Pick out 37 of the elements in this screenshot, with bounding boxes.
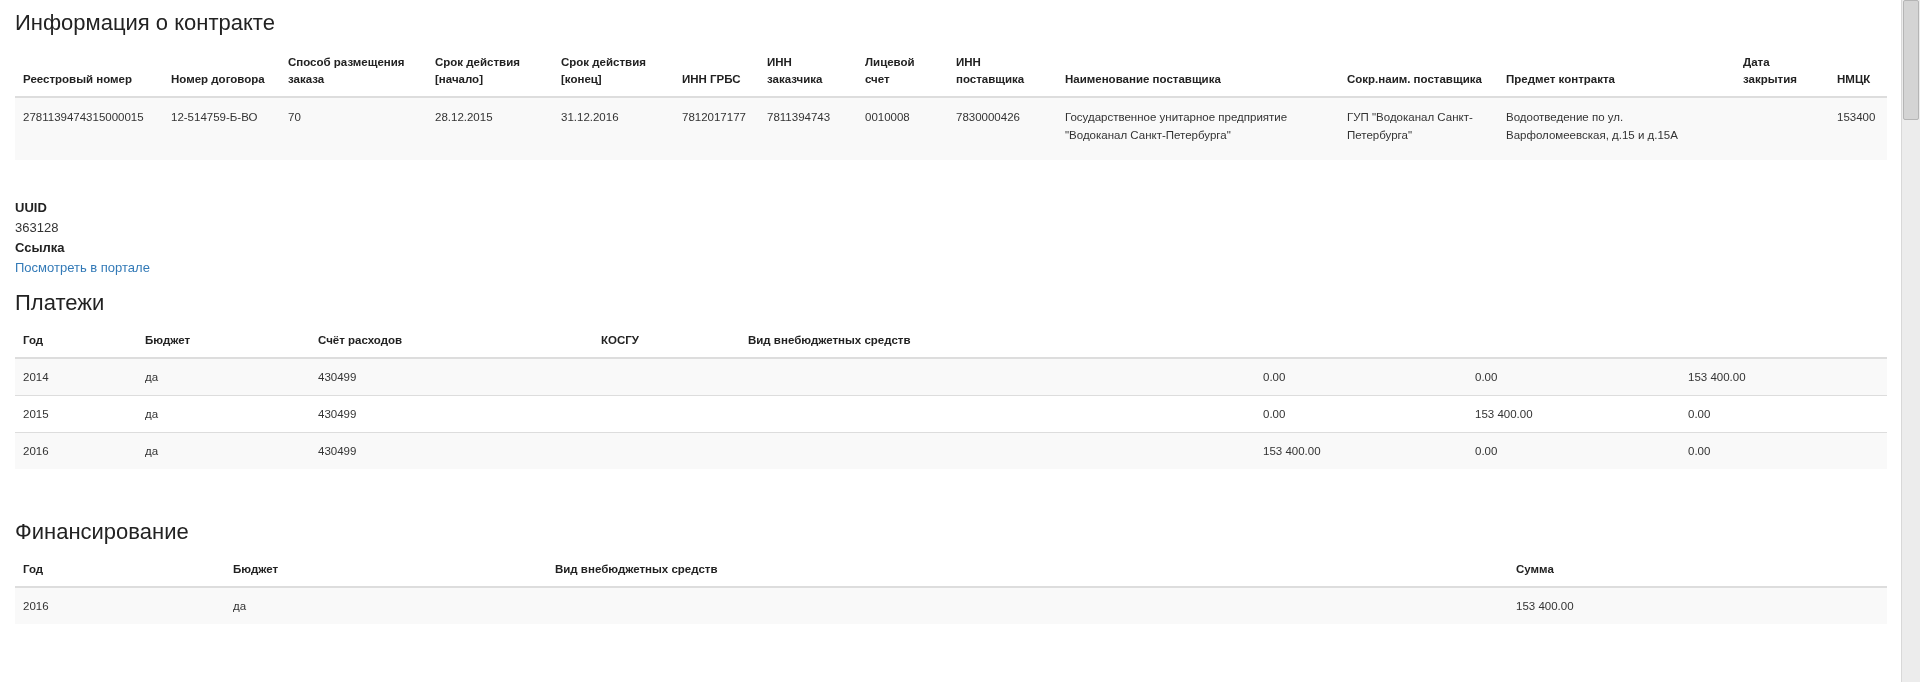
scrollbar[interactable]: [1901, 0, 1920, 682]
table-cell: да: [137, 358, 310, 396]
table-cell: 153400: [1829, 97, 1887, 160]
table-cell: 2016: [15, 587, 225, 624]
table-cell: 70: [280, 97, 427, 160]
section-title: Информация о контракте: [15, 10, 276, 36]
table-cell: ГУП "Водоканал Санкт-Петербурга": [1339, 97, 1498, 160]
table-cell: да: [137, 432, 310, 469]
table-cell: 7812017177: [674, 97, 759, 160]
table-cell: 7830000426: [948, 97, 1057, 160]
table-cell: 153 400.00: [1255, 432, 1467, 469]
table-cell: 31.12.2016: [553, 97, 674, 160]
table-cell: 153 400.00: [1508, 587, 1887, 624]
scrollbar-thumb[interactable]: [1903, 0, 1919, 120]
table-cell: 2014: [15, 358, 137, 396]
table-cell: 12-514759-Б-ВО: [163, 97, 280, 160]
field-label: UUID: [15, 199, 47, 217]
table-cell: 2016: [15, 432, 137, 469]
field-value: 363128: [15, 219, 59, 237]
table-cell: 0.00: [1467, 358, 1680, 396]
table-cell: 7811394743: [759, 97, 857, 160]
table-cell: Водоотведение по ул. Варфоломеевская, д.15 и д.15А: [1498, 97, 1735, 160]
section-title: Финансирование: [15, 519, 190, 545]
table-cell: 430499: [310, 432, 593, 469]
table-cell: 2781139474315000015: [15, 97, 163, 160]
table-cell: 28.12.2015: [427, 97, 553, 160]
portal-link[interactable]: Посмотреть в портале: [15, 260, 150, 275]
section-title: Платежи: [15, 290, 106, 316]
table-cell: Государственное унитарное предприятие "Водоканал Санкт-Петербурга": [1057, 97, 1339, 160]
table-cell: 0.00: [1680, 432, 1887, 469]
table-cell: да: [225, 587, 547, 624]
table-cell: 153 400.00: [1680, 358, 1887, 396]
table-cell: 430499: [310, 358, 593, 396]
table-cell: 0010008: [857, 97, 948, 160]
table-cell: 0.00: [1467, 432, 1680, 469]
field-label: Ссылка: [15, 239, 65, 257]
table-cell: 0.00: [1255, 358, 1467, 396]
